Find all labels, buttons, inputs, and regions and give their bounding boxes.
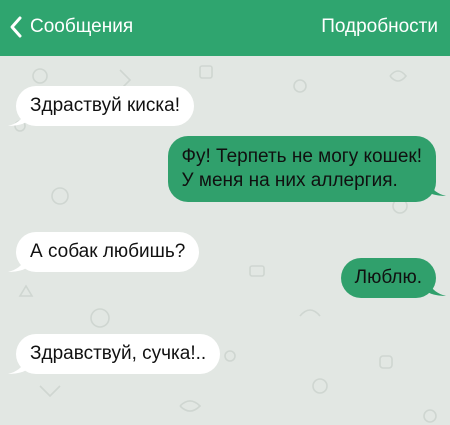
- message-text: Люблю.: [354, 267, 422, 288]
- message-text-line: Фу! Терпеть не могу кошек!: [181, 146, 422, 167]
- message-bubble-incoming[interactable]: Здраствуй киска!: [16, 86, 194, 126]
- messages-screen: Сообщения Подробности Здраствуй киска! Ф…: [0, 0, 450, 425]
- incoming-bubble-tail: [8, 112, 26, 126]
- message-bubble-incoming[interactable]: А собак любишь?: [16, 232, 200, 272]
- message-text: Здраствуй киска!: [30, 95, 180, 116]
- message-bubble-outgoing[interactable]: Фу! Терпеть не могу кошек! У меня на них…: [167, 136, 436, 202]
- outgoing-bubble-tail: [428, 282, 446, 296]
- incoming-bubble-tail: [8, 360, 26, 374]
- navigation-bar: Сообщения Подробности: [0, 0, 450, 56]
- message-text: Здравствуй, сучка!..: [30, 343, 207, 364]
- message-bubble-incoming[interactable]: Здравствуй, сучка!..: [16, 334, 221, 374]
- back-button-label: Сообщения: [30, 16, 134, 37]
- details-button[interactable]: Подробности: [321, 13, 438, 41]
- back-button[interactable]: Сообщения: [6, 13, 133, 41]
- chevron-left-icon: [6, 13, 26, 41]
- incoming-bubble-tail: [8, 258, 26, 272]
- outgoing-bubble-tail: [428, 182, 446, 196]
- message-text: А собак любишь?: [30, 241, 186, 262]
- message-text-line: У меня на них аллергия.: [181, 170, 398, 191]
- message-bubble-outgoing[interactable]: Люблю.: [340, 258, 436, 298]
